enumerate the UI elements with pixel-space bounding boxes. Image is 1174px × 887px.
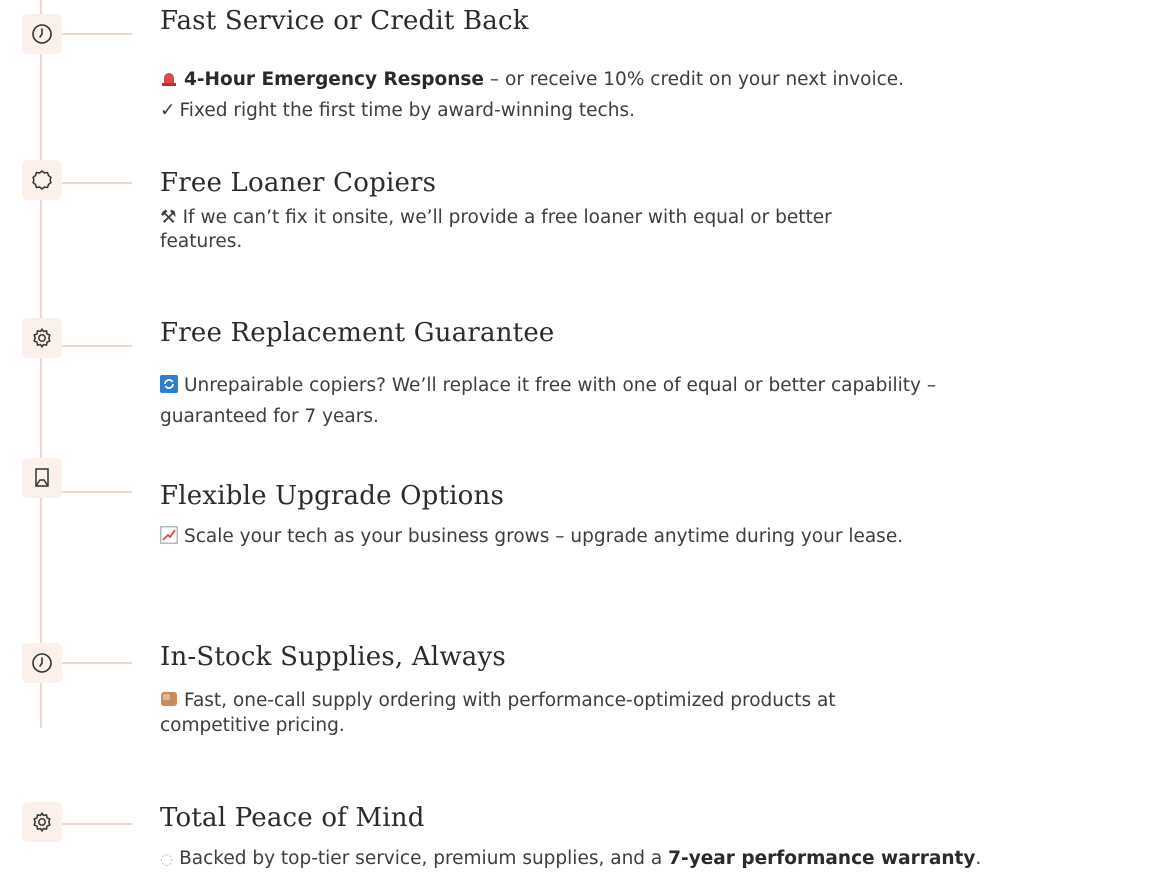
body-line: Fast, one-call supply ordering with perf…: [160, 688, 1154, 738]
body-text: Scale your tech as your business grows –…: [184, 526, 904, 547]
tools-icon: ⚒: [160, 207, 177, 228]
body-line: ◌ Backed by top-tier service, premium sup…: [160, 843, 1154, 875]
badge-icon: [22, 160, 62, 200]
clock-icon: [22, 14, 62, 54]
section-peace-of-mind: Total Peace of Mind ◌ Backed by top-tier …: [160, 803, 1154, 875]
checkmark-icon: ✓: [160, 100, 176, 121]
body-line: Scale your tech as your business grows –…: [160, 521, 1154, 552]
body-text: If we can’t fix it onsite, we’ll provide…: [182, 207, 832, 228]
connector: [62, 823, 132, 825]
box-icon: [160, 690, 178, 708]
emphasis-text: 4-Hour Emergency Response: [184, 69, 484, 90]
shield-icon: ◌: [160, 850, 174, 868]
section-upgrade: Flexible Upgrade Options Scale your tech…: [160, 481, 1154, 552]
copier-icon: [22, 458, 62, 498]
section-title: Fast Service or Credit Back: [160, 6, 529, 36]
section-title: Total Peace of Mind: [160, 803, 425, 833]
siren-icon: [160, 66, 178, 86]
body-text: Backed by top-tier service, premium supp…: [179, 848, 669, 869]
section-title: Free Replacement Guarantee: [160, 318, 555, 348]
body-text: Unrepairable copiers? We’ll replace it f…: [184, 375, 937, 396]
refresh-icon: [160, 372, 178, 393]
section-loaner: Free Loaner Copiers ⚒ If we can’t fix it …: [160, 168, 1154, 254]
chart-icon: [160, 523, 178, 544]
section-title: Flexible Upgrade Options: [160, 481, 505, 511]
body-text: guaranteed for 7 years.: [160, 406, 379, 427]
connector: [62, 345, 132, 347]
emphasis-text: 7-year performance warranty: [668, 848, 976, 869]
connector: [62, 662, 132, 664]
connector: [62, 491, 132, 493]
section-fast-service: Fast Service or Credit Back 4-Hour Emerg…: [160, 6, 1154, 126]
connector: [62, 182, 132, 184]
body-text: .: [975, 848, 982, 869]
body-text: Fixed right the first time by award-winn…: [179, 100, 635, 121]
connector: [62, 33, 132, 35]
body-line: Unrepairable copiers? We’ll replace it f…: [160, 370, 1154, 432]
section-supplies: In-Stock Supplies, Always Fast, one-call…: [160, 642, 1154, 738]
body-line: ✓ Fixed right the first time by award-win…: [160, 95, 1154, 126]
body-line: 4-Hour Emergency Response – or receive 1…: [160, 64, 1154, 95]
gear-icon: [22, 802, 62, 842]
body-text: features.: [160, 231, 243, 252]
body-text: Fast, one-call supply ordering with perf…: [184, 690, 836, 711]
body-line: ⚒ If we can’t fix it onsite, we’ll provid…: [160, 206, 1154, 254]
timeline-line: [40, 0, 42, 728]
section-replacement: Free Replacement Guarantee Unrepairable …: [160, 318, 1154, 432]
section-title: In-Stock Supplies, Always: [160, 642, 506, 672]
gear-icon: [22, 318, 62, 358]
clock-icon: [22, 643, 62, 683]
body-text: competitive pricing.: [160, 715, 345, 736]
body-text: – or receive 10% credit on your next inv…: [483, 69, 905, 90]
section-title: Free Loaner Copiers: [160, 168, 437, 198]
